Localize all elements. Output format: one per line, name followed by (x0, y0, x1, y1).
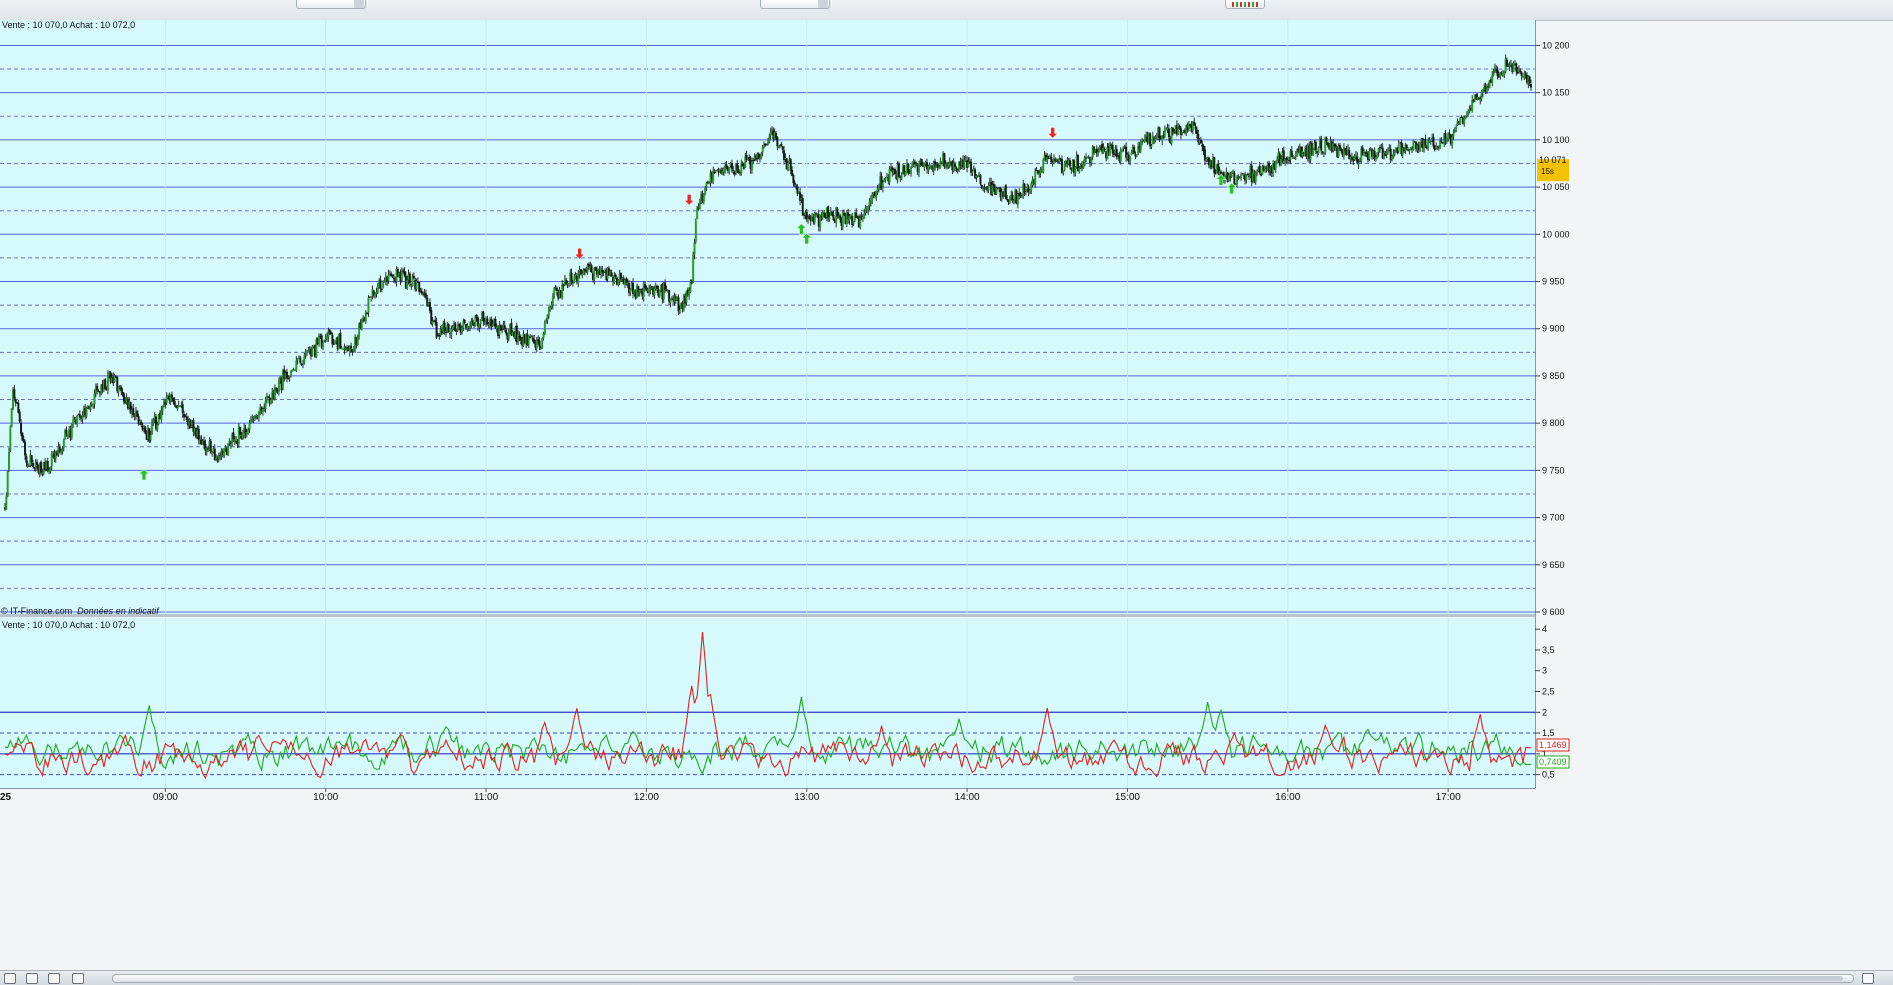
candle (9, 425, 12, 453)
chart-type-button[interactable] (1225, 0, 1265, 9)
print-icon[interactable] (4, 973, 16, 984)
top-toolbar (0, 0, 1893, 21)
indicator-tick-label: 1,5 (1542, 728, 1555, 738)
last-price-period: 15s (1541, 167, 1554, 176)
time-tick-label: 13:00 (794, 792, 819, 803)
export-icon[interactable] (72, 973, 84, 984)
date-fragment: 25 (0, 792, 12, 803)
candle (1177, 123, 1180, 136)
candlestick-icon (1232, 2, 1258, 7)
indicator-panel-background (0, 618, 1535, 788)
time-axis: 09:00 10:00 11:00 12:00 13:00 14:00 15:00 16:00… (153, 788, 1461, 803)
price-chart[interactable]: Vente : 10 070,0 Achat : 10 072,0 © IT-F… (0, 20, 1893, 970)
indicator-tick-label: 2,5 (1542, 686, 1555, 696)
price-tick-label: 10 200 (1542, 40, 1570, 50)
price-tick-label: 10 050 (1542, 182, 1570, 192)
last-price-value: 10 071 (1539, 155, 1567, 165)
zoom-icon[interactable] (1862, 973, 1874, 984)
time-tick-label: 10:00 (313, 792, 338, 803)
candle (144, 425, 147, 435)
time-tick-label: 09:00 (153, 792, 178, 803)
candle (209, 438, 212, 454)
indicator-tick-label: 2 (1542, 707, 1547, 717)
candle (136, 410, 139, 417)
time-tick-label: 15:00 (1115, 792, 1140, 803)
main-panel-background (0, 20, 1535, 614)
chevron-down-icon (354, 0, 364, 8)
save-icon[interactable] (48, 973, 60, 984)
red-indicator-value: 1,1469 (1539, 740, 1567, 750)
candle (1412, 139, 1415, 151)
candle (541, 337, 544, 349)
indicator-tick-label: 4 (1542, 624, 1547, 634)
candle (454, 321, 457, 332)
green-indicator-value: 0,7409 (1539, 757, 1567, 767)
price-tick-label: 9 950 (1542, 277, 1565, 287)
candle (10, 407, 13, 428)
panel-separator (0, 614, 1535, 617)
indicator-tick-label: 0,5 (1542, 770, 1555, 780)
price-tick-label: 9 850 (1542, 371, 1565, 381)
chevron-down-icon (818, 0, 828, 8)
main-panel: Vente : 10 070,0 Achat : 10 072,0 © IT-F… (0, 20, 1535, 616)
price-tick-label: 10 000 (1542, 229, 1570, 239)
top-dropdown-2[interactable] (760, 0, 830, 9)
quote-text-bottom: Vente : 10 070,0 Achat : 10 072,0 (2, 620, 135, 630)
settings-icon[interactable] (26, 973, 38, 984)
time-scrollbar-thumb[interactable] (1073, 976, 1843, 981)
price-tick-label: 9 700 (1542, 513, 1565, 523)
candle (356, 334, 359, 346)
price-tick-label: 9 900 (1542, 324, 1565, 334)
time-tick-label: 12:00 (634, 792, 659, 803)
time-tick-label: 11:00 (474, 792, 499, 803)
candle (787, 161, 790, 172)
price-tick-label: 9 650 (1542, 560, 1565, 570)
candle (227, 443, 230, 457)
candle (897, 161, 900, 178)
price-tick-label: 9 800 (1542, 418, 1565, 428)
candle (6, 470, 9, 498)
candle (694, 218, 697, 244)
indicator-tick-label: 3,5 (1542, 645, 1555, 655)
candle (979, 173, 982, 186)
top-dropdown-1[interactable] (296, 0, 366, 9)
price-axis[interactable]: 10 200 10 150 10 100 10 050 10 000 9 950 9 900… (1535, 40, 1570, 617)
candle (920, 158, 923, 167)
bottom-toolbar (0, 970, 1893, 985)
price-tick-label: 9 750 (1542, 465, 1565, 475)
time-scrollbar[interactable] (112, 974, 1854, 983)
price-tick-label: 10 150 (1542, 88, 1570, 98)
last-price-badge: 10 071 15s (1537, 155, 1569, 182)
indicator-tick-label: 3 (1542, 666, 1547, 676)
candle (1004, 183, 1007, 200)
time-tick-label: 16:00 (1275, 792, 1300, 803)
time-tick-label: 17:00 (1436, 792, 1461, 803)
price-tick-label: 10 100 (1542, 135, 1570, 145)
candle (447, 323, 450, 333)
time-tick-label: 14:00 (955, 792, 980, 803)
price-tick-label: 9 600 (1542, 607, 1565, 617)
quote-text-top: Vente : 10 070,0 Achat : 10 072,0 (2, 20, 135, 30)
indicator-panel: Vente : 10 070,0 Achat : 10 072,0 (0, 618, 1535, 788)
candle (692, 251, 695, 284)
